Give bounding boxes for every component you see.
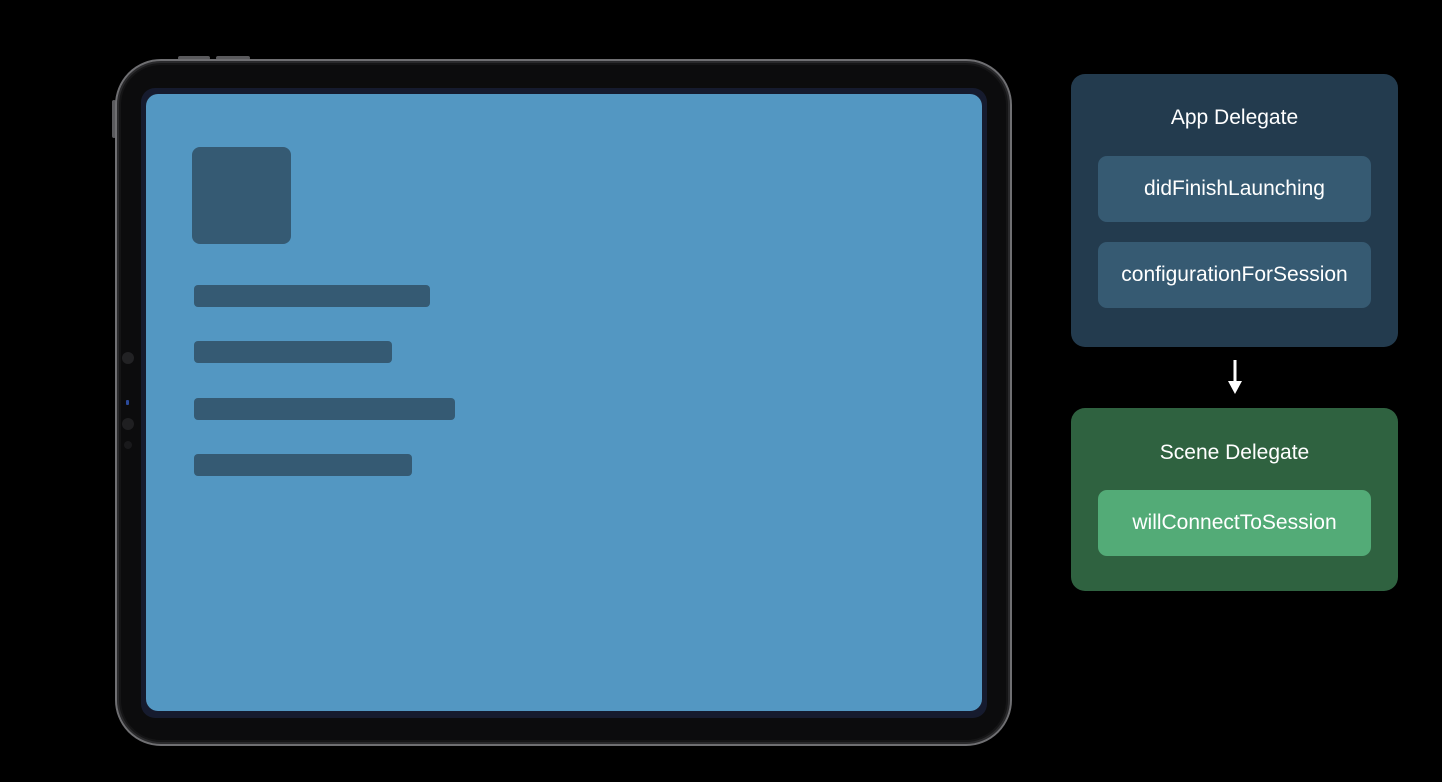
placeholder-text-line: [194, 398, 455, 420]
app-delegate-panel: App Delegate didFinishLaunching configur…: [1071, 74, 1398, 347]
placeholder-text-line: [194, 285, 430, 307]
method-configuration-for-session: configurationForSession: [1098, 242, 1371, 308]
method-did-finish-launching: didFinishLaunching: [1098, 156, 1371, 222]
camera-lens: [122, 352, 134, 364]
scene-delegate-title: Scene Delegate: [1159, 441, 1310, 464]
placeholder-text-line: [194, 454, 412, 476]
method-will-connect-to-session: willConnectToSession: [1098, 490, 1371, 556]
placeholder-text-line: [194, 341, 392, 363]
ipad-camera-cluster: [121, 350, 135, 452]
down-arrow-icon: [1228, 360, 1242, 394]
ipad-screen: [146, 94, 982, 711]
camera-sensor: [126, 400, 129, 405]
placeholder-image: [192, 147, 291, 244]
camera-flash: [124, 441, 132, 449]
app-delegate-title: App Delegate: [1170, 106, 1299, 129]
scene-delegate-panel: Scene Delegate willConnectToSession: [1071, 408, 1398, 591]
camera-lens: [122, 418, 134, 430]
